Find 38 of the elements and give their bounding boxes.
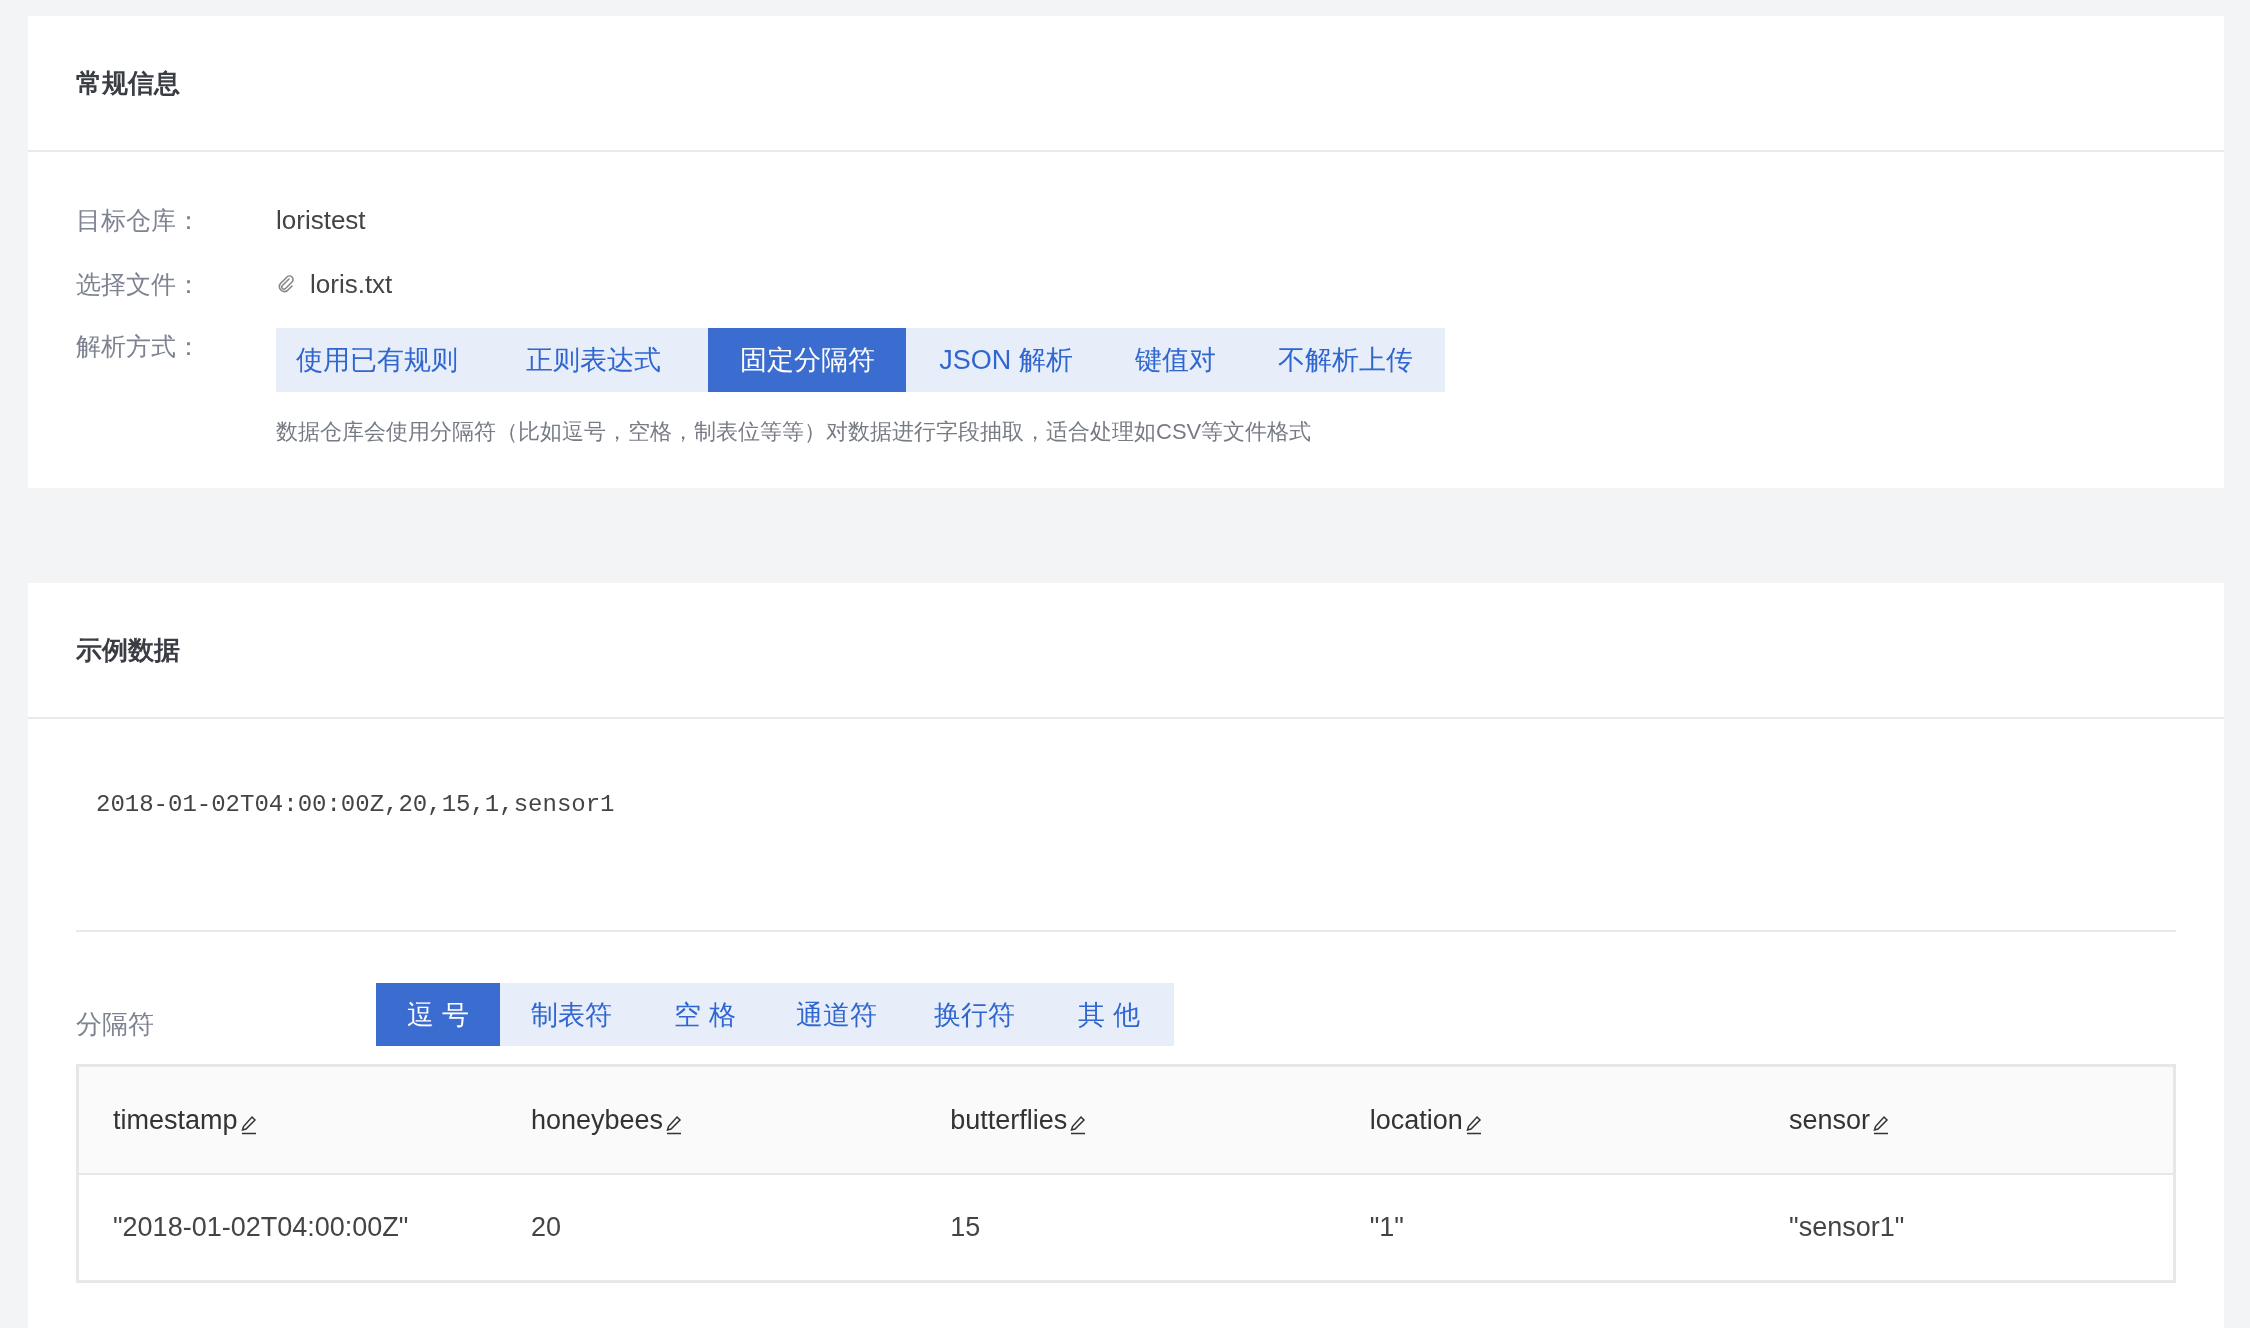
pencil-icon[interactable]	[1069, 1113, 1088, 1136]
parse-tab[interactable]: 使用已有规则	[276, 328, 478, 392]
pencil-icon[interactable]	[1464, 1113, 1483, 1136]
separator-tab[interactable]: 其 他	[1044, 983, 1174, 1046]
parse-tab[interactable]: 不解析上传	[1245, 328, 1445, 392]
table-cell: "2018-01-02T04:00:00Z"	[113, 1212, 409, 1242]
column-header: butterflies	[950, 1104, 1068, 1136]
separator-tab[interactable]: 逗 号	[376, 983, 500, 1046]
table-cell: 15	[950, 1212, 981, 1242]
parse-tab[interactable]: 正则表达式	[478, 328, 708, 392]
file-name[interactable]: loris.txt	[310, 268, 393, 300]
paperclip-icon	[276, 274, 296, 294]
separator-tab[interactable]: 通道符	[768, 983, 904, 1046]
column-header: location	[1369, 1104, 1463, 1136]
table-cell: "1"	[1369, 1212, 1404, 1242]
parse-tab[interactable]: JSON 解析	[906, 328, 1106, 392]
hint-text: 数据仓库会使用分隔符（比如逗号，空格，制表位等等）对数据进行字段抽取，适合处理如CSV等文件格式	[276, 418, 1313, 446]
column-header: sensor	[1789, 1104, 1871, 1136]
parse-tab[interactable]: 键值对	[1106, 328, 1245, 392]
field-label: 选择文件：	[76, 268, 202, 300]
column-header: honeybees	[530, 1104, 663, 1136]
table-cell: "sensor1"	[1789, 1212, 1905, 1242]
parse-tab[interactable]: 固定分隔符	[708, 328, 906, 392]
pencil-icon[interactable]	[665, 1113, 683, 1136]
table-cell: 20	[530, 1212, 561, 1242]
field-label: 目标仓库：	[76, 204, 202, 236]
field-value: loristest	[276, 204, 366, 236]
column-header: timestamp	[113, 1104, 238, 1136]
separator-tab[interactable]: 空 格	[642, 983, 768, 1046]
sample-data-text: 2018-01-02T04:00:00Z,20,15,1,sensor1	[95, 790, 616, 820]
pencil-icon[interactable]	[239, 1113, 258, 1136]
field-label: 解析方式：	[76, 331, 202, 362]
separator-label: 分隔符	[76, 1008, 155, 1041]
separator-tab[interactable]: 换行符	[904, 983, 1044, 1046]
card-title: 常规信息	[76, 66, 180, 100]
pencil-icon[interactable]	[1872, 1113, 1891, 1136]
card-title: 示例数据	[76, 633, 180, 667]
separator-tab[interactable]: 制表符	[500, 983, 642, 1046]
